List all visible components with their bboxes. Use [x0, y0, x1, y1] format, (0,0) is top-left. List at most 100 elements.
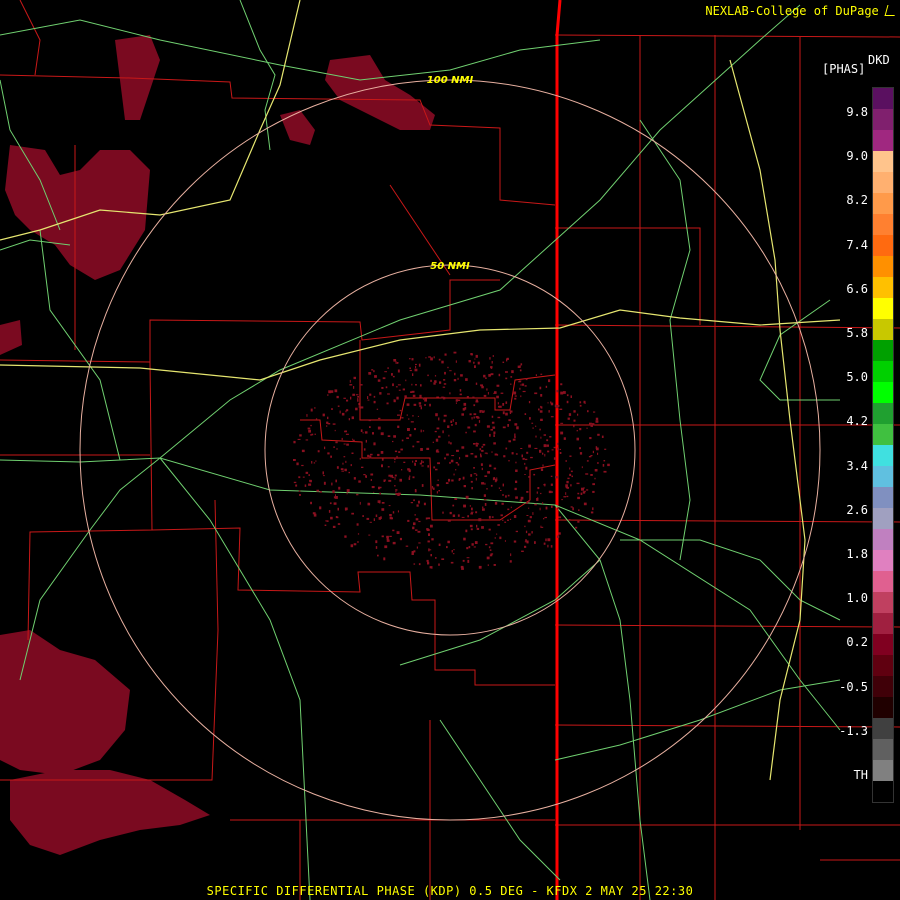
- clutter-pixel: [454, 372, 456, 376]
- clutter-pixel: [383, 479, 386, 482]
- clutter-pixel: [374, 375, 377, 378]
- clutter-pixel: [327, 416, 329, 420]
- clutter-pixel: [337, 523, 341, 525]
- legend-swatch: [873, 550, 893, 571]
- clutter-pixel: [415, 460, 417, 462]
- legend-swatch: [873, 319, 893, 340]
- clutter-pixel: [482, 508, 485, 511]
- clutter-pixel: [431, 538, 434, 541]
- clutter-pixel: [559, 452, 562, 454]
- clutter-pixel: [537, 487, 540, 490]
- clutter-pixel: [588, 456, 592, 458]
- clutter-pixel: [590, 511, 594, 514]
- clutter-pixel: [450, 561, 454, 564]
- clutter-pixel: [595, 420, 599, 423]
- clutter-pixel: [414, 368, 418, 372]
- ground-clutter: [293, 351, 610, 570]
- clutter-pixel: [532, 427, 534, 429]
- clutter-pixel: [312, 512, 316, 515]
- clutter-pixel: [557, 447, 559, 451]
- clutter-pixel: [379, 392, 382, 395]
- clutter-pixel: [515, 453, 518, 455]
- clutter-pixel: [425, 357, 427, 359]
- legend-label: -1.3: [839, 723, 868, 738]
- clutter-pixel: [398, 389, 401, 391]
- clutter-pixel: [547, 538, 551, 542]
- clutter-pixel: [484, 482, 486, 485]
- county-boundaries: [0, 0, 900, 900]
- clutter-pixel: [470, 511, 474, 513]
- clutter-pixel: [483, 394, 487, 397]
- clutter-pixel: [490, 542, 494, 545]
- clutter-pixel: [455, 422, 457, 425]
- clutter-pixel: [349, 379, 351, 383]
- clutter-pixel: [466, 396, 469, 398]
- clutter-pixel: [412, 476, 415, 479]
- clutter-pixel: [563, 391, 566, 394]
- clutter-pixel: [305, 439, 309, 441]
- clutter-pixel: [388, 479, 392, 482]
- clutter-pixel: [373, 518, 375, 521]
- clutter-pixel: [305, 471, 309, 474]
- clutter-pixel: [486, 556, 490, 560]
- clutter-pixel: [447, 366, 449, 369]
- clutter-pixel: [521, 550, 524, 552]
- clutter-pixel: [416, 441, 420, 443]
- clutter-pixel: [367, 502, 371, 506]
- legend-swatch: [873, 613, 893, 634]
- clutter-pixel: [407, 468, 410, 471]
- clutter-pixel: [465, 529, 468, 533]
- clutter-pixel: [393, 399, 396, 403]
- clutter-pixel: [396, 362, 399, 364]
- clutter-pixel: [484, 503, 487, 506]
- clutter-pixel: [430, 357, 433, 361]
- legend-swatch: [873, 571, 893, 592]
- clutter-pixel: [545, 385, 548, 388]
- clutter-pixel: [540, 418, 543, 421]
- clutter-pixel: [474, 365, 476, 368]
- clutter-pixel: [335, 516, 338, 519]
- clutter-pixel: [352, 439, 355, 442]
- clutter-pixel: [575, 526, 578, 529]
- clutter-pixel: [590, 474, 593, 476]
- clutter-pixel: [448, 434, 450, 437]
- clutter-pixel: [352, 393, 356, 396]
- clutter-pixel: [406, 437, 409, 439]
- clutter-pixel: [442, 511, 444, 514]
- clutter-pixel: [481, 446, 484, 448]
- legend-label: TH: [853, 768, 868, 782]
- clutter-pixel: [489, 433, 491, 437]
- highways: [0, 0, 841, 900]
- clutter-pixel: [389, 516, 392, 520]
- clutter-pixel: [520, 363, 523, 366]
- clutter-pixel: [449, 370, 452, 372]
- clutter-pixel: [570, 506, 573, 508]
- clutter-pixel: [351, 416, 354, 420]
- clutter-pixel: [386, 402, 389, 405]
- clutter-pixel: [438, 543, 441, 546]
- clutter-pixel: [462, 476, 465, 480]
- clutter-pixel: [418, 520, 421, 523]
- clutter-pixel: [415, 384, 417, 386]
- clutter-pixel: [594, 469, 598, 472]
- clutter-pixel: [417, 530, 421, 533]
- clutter-pixel: [409, 367, 411, 369]
- clutter-pixel: [293, 481, 297, 484]
- clutter-pixel: [525, 466, 528, 470]
- legend-swatch: [873, 172, 893, 193]
- clutter-pixel: [449, 511, 452, 515]
- clutter-pixel: [525, 458, 528, 461]
- legend-label: -0.5: [839, 679, 868, 694]
- clutter-pixel: [597, 452, 599, 455]
- legend-label: 2.6: [846, 502, 868, 517]
- range-ring-50-label: 50 NMI: [430, 261, 470, 272]
- clutter-pixel: [492, 426, 496, 429]
- clutter-pixel: [457, 463, 460, 466]
- clutter-pixel: [595, 446, 598, 450]
- clutter-pixel: [465, 431, 467, 434]
- clutter-pixel: [332, 423, 336, 425]
- clutter-pixel: [551, 505, 553, 508]
- clutter-pixel: [573, 410, 576, 413]
- clutter-pixel: [332, 525, 336, 528]
- clutter-pixel: [556, 535, 560, 538]
